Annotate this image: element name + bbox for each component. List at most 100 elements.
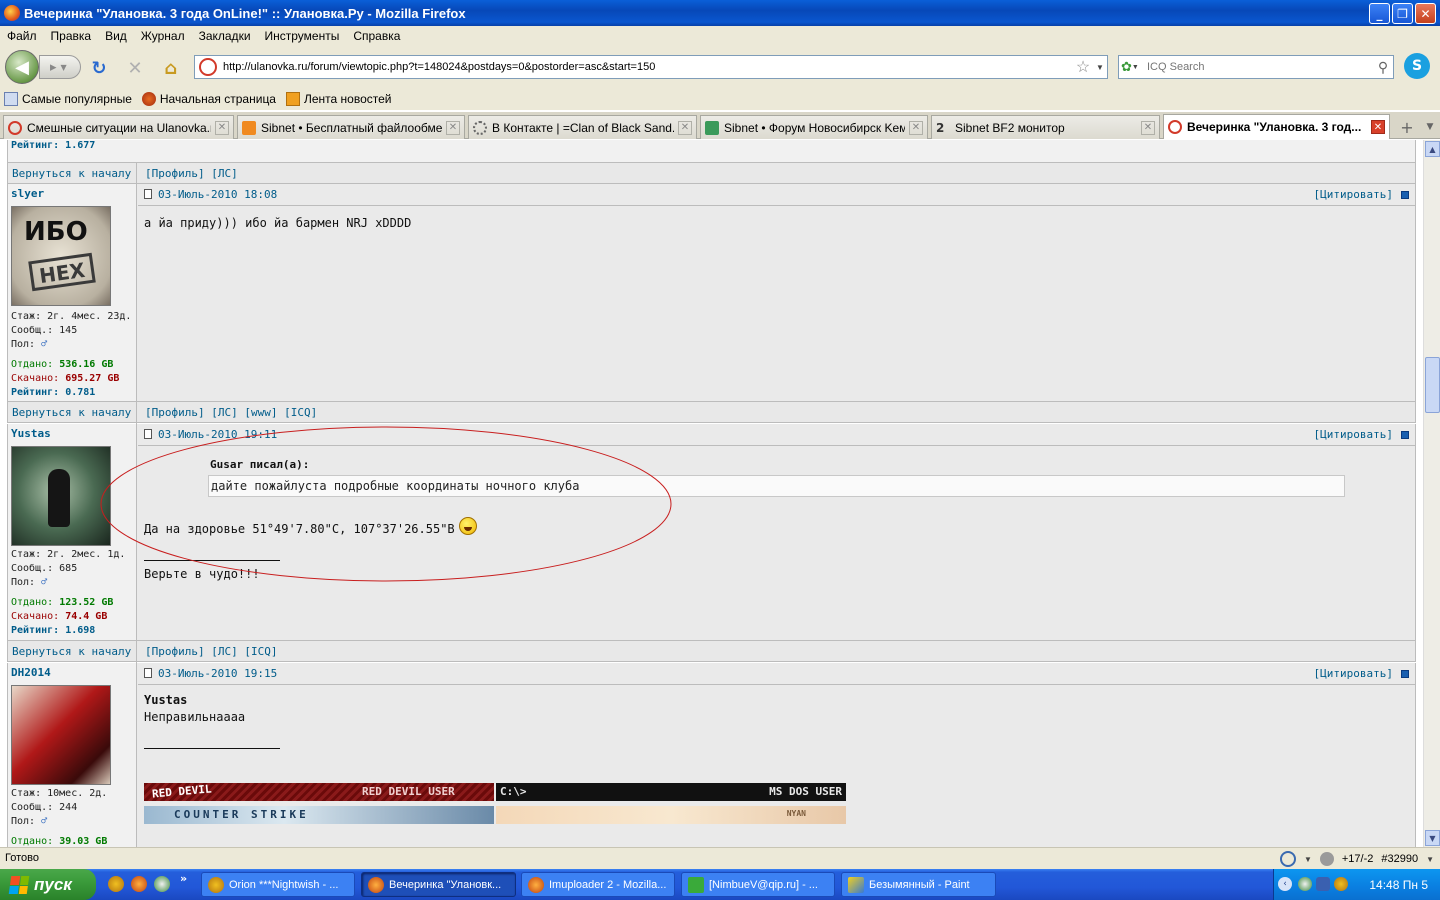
tab-close-icon[interactable]: ✕ (678, 120, 692, 135)
minimize-button[interactable]: _ (1369, 3, 1390, 24)
start-button[interactable]: пуск (0, 869, 96, 900)
qip-id: #32990 (1381, 853, 1419, 865)
quicklaunch-more-icon[interactable]: » (180, 872, 187, 885)
window-title: Вечеринка "Улановка. 3 года OnLine!" :: … (24, 5, 466, 21)
orion-icon (208, 876, 224, 893)
quote-button[interactable]: [Цитировать] (1314, 188, 1393, 201)
post-marker-icon[interactable] (1401, 670, 1409, 678)
taskbar-button-orion[interactable]: Orion ***Nightwish - ... (201, 872, 355, 897)
status-dropdown-icon[interactable]: ▼ (1426, 855, 1434, 864)
quicklaunch-orion-icon[interactable] (108, 876, 124, 892)
author-message-count: Сообщ.: 244 (11, 802, 78, 813)
tray-icq-icon[interactable] (1298, 877, 1312, 891)
reload-icon[interactable]: ↻ (88, 57, 110, 79)
bookmark-news-feed[interactable]: Лента новостей (285, 92, 391, 106)
quicklaunch-firefox-icon[interactable] (131, 876, 147, 892)
menu-edit[interactable]: Правка (44, 29, 99, 43)
post-marker-icon[interactable] (1401, 431, 1409, 439)
quicklaunch-icq-icon[interactable] (154, 876, 170, 892)
post-author-name[interactable]: DH2014 (11, 666, 51, 679)
home-icon[interactable]: ⌂ (160, 57, 182, 79)
tab-close-icon[interactable]: ✕ (1371, 120, 1385, 134)
icq-search-engine-icon[interactable]: ✿ ▼ (1121, 58, 1147, 76)
taskbar-button-paint[interactable]: Безымянный - Paint (841, 872, 996, 897)
forum-post: DH2014 Стаж: 10мес. 2д. Сообщ.: 244 Пол:… (7, 663, 1416, 847)
taskbar-button-imuploader[interactable]: Imuploader 2 - Mozilla... (521, 872, 675, 897)
scroll-up-icon[interactable]: ▲ (1425, 141, 1440, 157)
menu-view[interactable]: Вид (98, 29, 134, 43)
back-to-top-link[interactable]: Вернуться к началу (12, 645, 131, 658)
annotation-ellipse (100, 426, 672, 582)
tab-ulanovka-funny[interactable]: Смешные ситуации на Ulanovka.r... ✕ (3, 115, 234, 139)
tray-network-icon[interactable] (1316, 877, 1330, 891)
previous-post-tail: Рейтинг: 1.677 (7, 140, 1416, 162)
stop-icon[interactable]: ✕ (124, 57, 146, 79)
menu-file[interactable]: Файл (0, 29, 44, 43)
footer-links[interactable]: [Профиль] [ЛС] (145, 167, 238, 180)
anime-userbar: NYAN (496, 806, 846, 824)
post-author-name[interactable]: slyer (11, 187, 44, 200)
maximize-button[interactable]: ❐ (1392, 3, 1413, 24)
url-dropdown-icon[interactable]: ▼ (1093, 63, 1107, 72)
bookmark-start-page[interactable]: Начальная страница (141, 92, 276, 106)
forward-button[interactable]: ▸ ▼ (39, 55, 81, 79)
new-tab-button[interactable]: + (1396, 116, 1418, 138)
post-document-icon[interactable] (144, 668, 152, 678)
tab-close-icon[interactable]: ✕ (446, 120, 460, 135)
post-header: 03-Июль-2010 19:15 [Цитировать] (138, 663, 1415, 685)
url-bar[interactable]: ☆ ▼ (194, 55, 1108, 79)
menu-bookmarks[interactable]: Закладки (192, 29, 258, 43)
quote-button[interactable]: [Цитировать] (1314, 667, 1393, 680)
tab-close-icon[interactable]: ✕ (1141, 120, 1155, 135)
author-tenure: Стаж: 10мес. 2д. (11, 788, 108, 799)
tab-sibnet-bf2[interactable]: 2 Sibnet BF2 монитор ✕ (931, 115, 1160, 139)
avatar (11, 685, 111, 785)
qip-dropdown-icon[interactable]: ▼ (1304, 855, 1312, 864)
bookmark-most-visited[interactable]: Самые популярные (4, 92, 132, 106)
back-button[interactable]: ◀ (5, 50, 39, 84)
tab-vkontakte[interactable]: В Контакте | =Clan of Black Sand... ✕ (468, 115, 697, 139)
qip-icon[interactable] (1279, 851, 1296, 867)
bookmark-star-icon[interactable]: ☆ (1073, 57, 1093, 77)
back-to-top-link[interactable]: Вернуться к началу (12, 167, 131, 180)
close-button[interactable]: ✕ (1415, 3, 1436, 24)
back-to-top-link[interactable]: Вернуться к началу (12, 406, 131, 419)
site-identity-icon[interactable] (199, 58, 217, 76)
tab-sibnet-files[interactable]: Sibnet • Бесплатный файлообмен... ✕ (237, 115, 465, 139)
footer-links[interactable]: [Профиль] [ЛС] [www] [ICQ] (145, 406, 317, 419)
tab-list-icon[interactable]: ▼ (1422, 116, 1438, 138)
menu-help[interactable]: Справка (346, 29, 407, 43)
history-dropdown-icon[interactable]: ▼ (61, 63, 67, 72)
post-author-panel: slyer ИБО HEX Стаж: 2г. 4мес. 23д. Сообщ… (8, 184, 137, 401)
author-stats: Стаж: 10мес. 2д. Сообщ.: 244 Пол: ♂ Отда… (11, 788, 108, 847)
taskbar-button-firefox-party[interactable]: Вечеринка "Улановк... (361, 872, 516, 897)
quote-button[interactable]: [Цитировать] (1314, 428, 1393, 441)
post-marker-icon[interactable] (1401, 191, 1409, 199)
menu-history[interactable]: Журнал (134, 29, 192, 43)
search-icon[interactable]: ⚲ (1373, 59, 1393, 76)
tab-active-party[interactable]: Вечеринка "Улановка. 3 год... ✕ (1163, 114, 1390, 139)
footer-links[interactable]: [Профиль] [ЛС] [ICQ] (145, 645, 277, 658)
post-document-icon[interactable] (144, 189, 152, 199)
search-bar[interactable]: ✿▼ ⚲ (1118, 55, 1394, 79)
reply-to-name: Yustas (144, 693, 188, 707)
tray-orion-icon[interactable] (1334, 877, 1348, 891)
qip-counter: +17/-2 (1341, 853, 1374, 865)
tab-close-icon[interactable]: ✕ (215, 120, 229, 135)
scroll-down-icon[interactable]: ▼ (1425, 830, 1440, 846)
scroll-thumb[interactable] (1425, 357, 1440, 413)
loading-icon (473, 120, 487, 135)
tab-sibnet-forum[interactable]: Sibnet • Форум Новосибирск Keме... ✕ (700, 115, 928, 139)
search-input[interactable] (1147, 61, 1373, 73)
tab-close-icon[interactable]: ✕ (909, 120, 923, 135)
skype-icon[interactable]: S (1404, 53, 1430, 79)
author-stats: Стаж: 2г. 4мес. 23д. Сообщ.: 145 Пол: ♂ … (11, 311, 132, 398)
menu-tools[interactable]: Инструменты (258, 29, 347, 43)
post-author-name[interactable]: Yustas (11, 427, 51, 440)
tray-expand-icon[interactable]: ‹ (1278, 877, 1292, 891)
url-input[interactable] (223, 61, 1073, 73)
vertical-scrollbar[interactable]: ▲ ▼ (1423, 140, 1440, 847)
window-titlebar[interactable]: Вечеринка "Улановка. 3 года OnLine!" :: … (0, 0, 1440, 26)
taskbar-button-qip[interactable]: [NimbueV@qip.ru] - ... (681, 872, 835, 897)
globe-icon[interactable] (1319, 852, 1334, 866)
